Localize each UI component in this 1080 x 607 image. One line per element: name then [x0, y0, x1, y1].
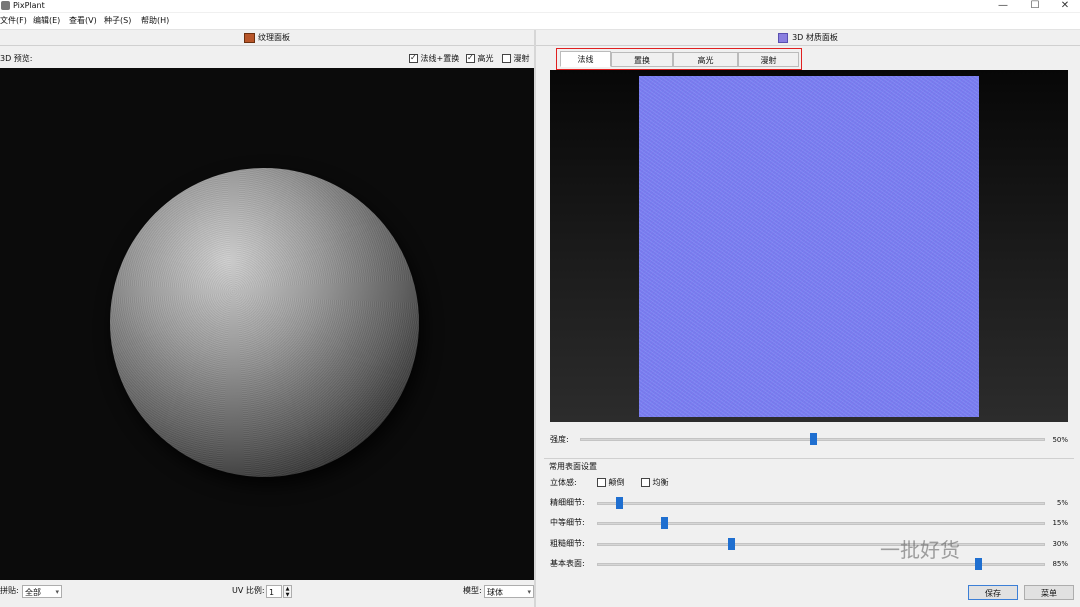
normal-displace-checkbox[interactable]: 法线+置换 — [409, 52, 460, 65]
texture-panel-title: 纹理面板 — [258, 33, 290, 42]
base-surface-thumb[interactable] — [974, 558, 982, 570]
checkbox-icon — [641, 478, 650, 487]
uv-scale-stepper[interactable]: ▲ ▼ — [283, 585, 292, 598]
save-button[interactable]: 保存 — [968, 585, 1018, 600]
base-surface-value: 85% — [1052, 560, 1068, 568]
medium-detail-thumb[interactable] — [661, 517, 669, 529]
texture-panel-icon — [244, 32, 255, 43]
menu-help[interactable]: 帮助(H) — [141, 13, 169, 29]
tab-displacement[interactable]: 置换 — [611, 52, 673, 67]
tab-normal[interactable]: 法线 — [560, 51, 611, 67]
menu-view[interactable]: 查看(V) — [69, 13, 97, 29]
checkbox-label: 高光 — [477, 54, 494, 63]
preview-sphere[interactable] — [110, 168, 419, 477]
cube-icon — [778, 32, 789, 43]
balance-checkbox[interactable]: 均衡 — [641, 477, 669, 489]
chevron-down-icon: ▾ — [527, 588, 531, 596]
material-panel-title: 3D 材质面板 — [792, 33, 838, 42]
medium-detail-label: 中等细节: — [550, 518, 585, 527]
title-bar: PixPlant — ☐ ✕ — [0, 0, 1080, 12]
invert-checkbox[interactable]: 颠倒 — [597, 477, 625, 489]
checkbox-label: 颠倒 — [608, 478, 625, 487]
3d-preview-viewport[interactable] — [0, 68, 534, 580]
window-title: PixPlant — [13, 1, 45, 10]
coarse-detail-thumb[interactable] — [728, 538, 736, 550]
tiling-label: 拼贴: — [0, 586, 19, 595]
specular-checkbox[interactable]: 高光 — [466, 52, 494, 65]
coarse-detail-label: 粗糙细节: — [550, 539, 585, 548]
checkbox-label: 法线+置换 — [420, 54, 460, 63]
relief-label: 立体感: — [550, 478, 577, 487]
uv-scale-label: UV 比例: — [232, 586, 265, 595]
tiling-value: 全部 — [25, 588, 41, 597]
preview-toolbar: 3D 预览: 法线+置换 高光 漫射 — [0, 50, 534, 68]
fine-detail-label: 精细细节: — [550, 498, 585, 507]
checkbox-label: 漫射 — [513, 54, 530, 63]
maximize-button[interactable]: ☐ — [1020, 0, 1050, 12]
medium-detail-value: 15% — [1052, 519, 1068, 527]
tiling-select[interactable]: 全部 ▾ — [22, 585, 62, 598]
checkbox-label: 均衡 — [652, 478, 669, 487]
minimize-button[interactable]: — — [988, 0, 1018, 12]
preview-label: 3D 预览: — [0, 54, 33, 63]
texture-panel-header: 纹理面板 — [0, 31, 534, 46]
preview-controls: 拼贴: 全部 ▾ UV 比例: 1 ▲ ▼ 模型: 球体 ▾ — [0, 582, 534, 604]
surface-settings-title: 常用表面设置 — [549, 462, 597, 471]
menu-file[interactable]: 文件(F) — [0, 13, 27, 29]
watermark-text: 一批好货 — [880, 538, 960, 562]
app-icon — [1, 1, 10, 10]
diffuse-checkbox[interactable]: 漫射 — [502, 53, 530, 65]
checkbox-icon — [502, 54, 511, 63]
model-select[interactable]: 球体 ▾ — [484, 585, 534, 598]
checkbox-icon — [466, 52, 475, 64]
model-value: 球体 — [487, 588, 503, 597]
chevron-down-icon: ▾ — [55, 588, 59, 596]
tab-diffuse[interactable]: 漫射 — [738, 52, 799, 67]
menu-button[interactable]: 菜单 — [1024, 585, 1074, 600]
surface-settings-group — [544, 458, 1074, 577]
coarse-detail-value: 30% — [1052, 540, 1068, 548]
base-surface-label: 基本表面: — [550, 559, 585, 568]
model-label: 模型: — [463, 586, 482, 595]
close-button[interactable]: ✕ — [1050, 0, 1080, 12]
menu-seed[interactable]: 种子(S) — [104, 13, 131, 29]
panel-divider[interactable] — [534, 30, 536, 607]
uv-scale-input[interactable]: 1 — [266, 585, 282, 598]
menu-bar: 文件(F) 编辑(E) 查看(V) 种子(S) 帮助(H) — [0, 13, 1080, 30]
fine-detail-track[interactable] — [597, 502, 1045, 505]
tab-specular[interactable]: 高光 — [673, 52, 738, 67]
material-panel-header: 3D 材质面板 — [536, 31, 1080, 46]
coarse-detail-track[interactable] — [597, 543, 1045, 546]
fine-detail-value: 5% — [1056, 499, 1068, 507]
checkbox-icon — [409, 52, 418, 64]
strength-slider-thumb[interactable] — [809, 433, 817, 445]
checkbox-icon — [597, 478, 606, 487]
menu-edit[interactable]: 编辑(E) — [33, 13, 60, 29]
normal-map-image — [639, 76, 979, 417]
strength-label: 强度: — [550, 435, 569, 444]
strength-value: 50% — [1052, 436, 1068, 444]
fine-detail-thumb[interactable] — [616, 497, 624, 509]
